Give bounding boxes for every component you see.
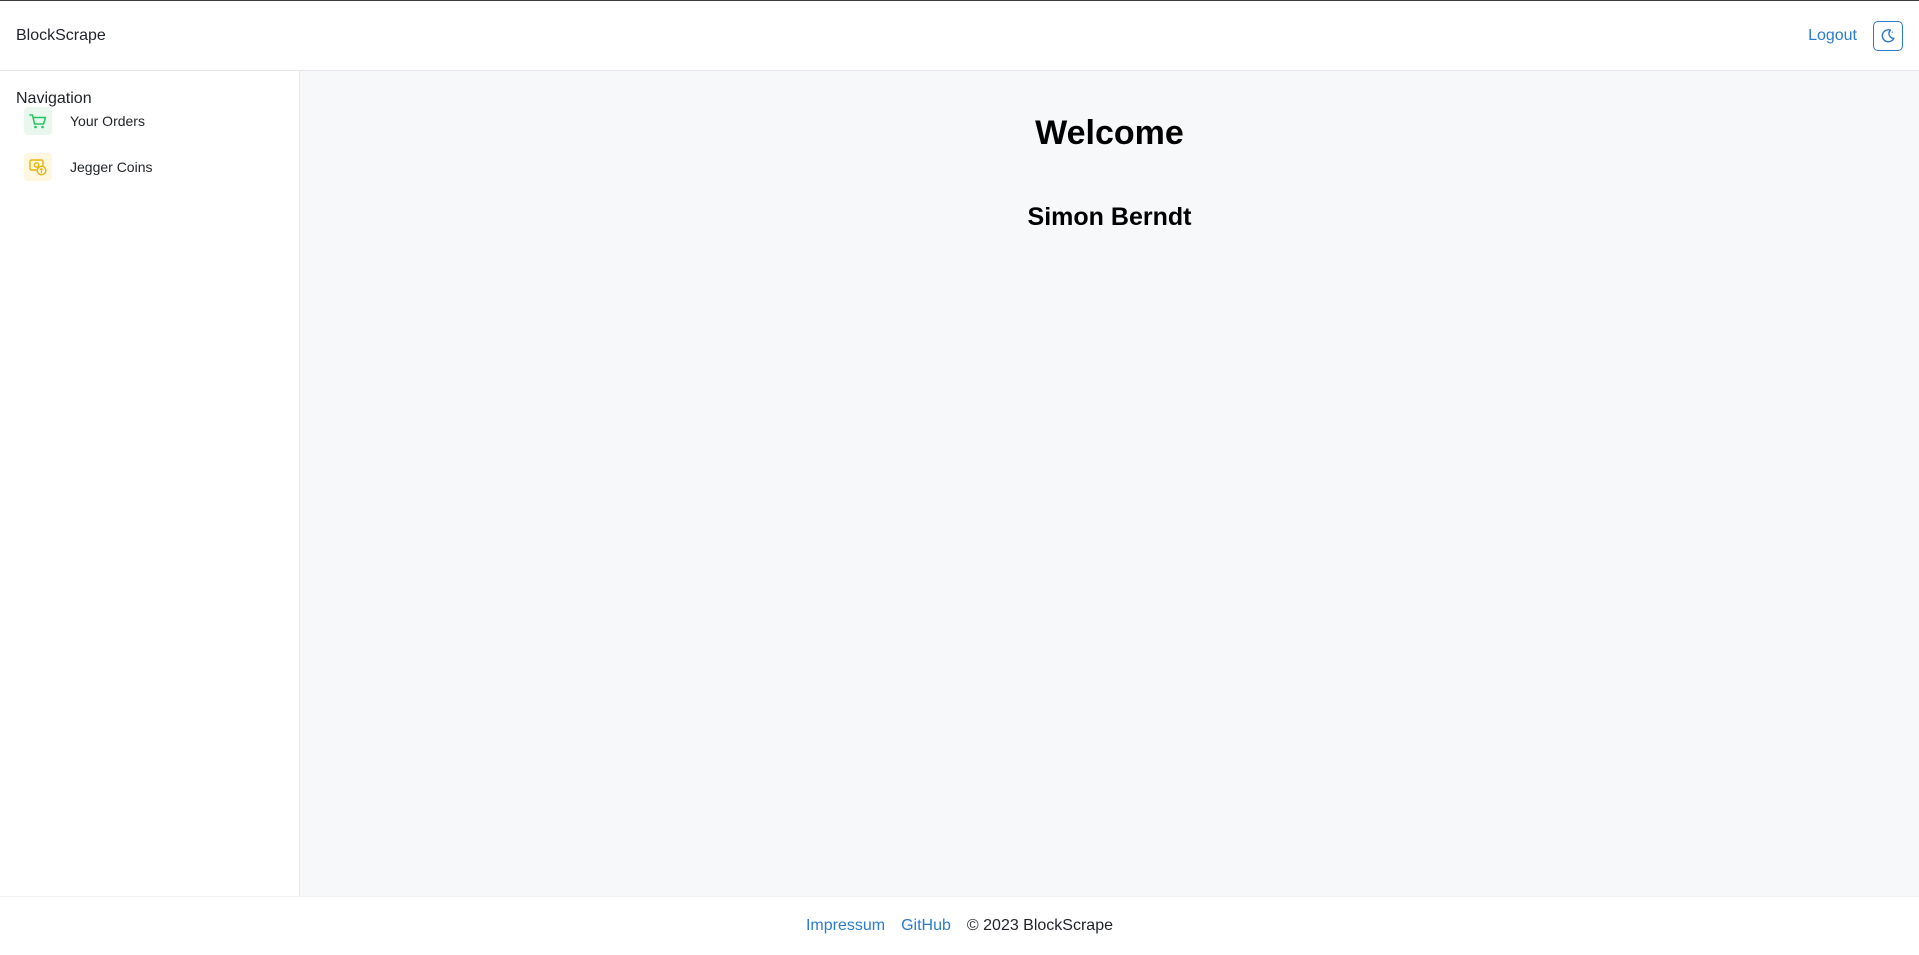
- top-header: BlockScrape Logout: [0, 1, 1919, 71]
- sidebar: Navigation Your Orders Jegger Coins: [0, 71, 300, 896]
- moon-icon: [1881, 28, 1895, 42]
- brand-title: BlockScrape: [16, 26, 106, 44]
- sidebar-item-jegger-coins[interactable]: Jegger Coins: [24, 151, 153, 183]
- user-name: Simon Berndt: [1027, 203, 1192, 231]
- sidebar-item-label: Your Orders: [70, 113, 145, 129]
- theme-toggle-button[interactable]: [1873, 20, 1903, 51]
- copyright-text: © 2023 BlockScrape: [966, 917, 1113, 934]
- page-title: Welcome: [1035, 114, 1184, 152]
- main-content: Welcome Simon Berndt: [300, 71, 1919, 896]
- logout-link[interactable]: Logout: [1808, 27, 1857, 45]
- sidebar-item-label: Jegger Coins: [70, 159, 153, 175]
- cart-icon: [24, 107, 52, 135]
- sidebar-item-your-orders[interactable]: Your Orders: [24, 105, 145, 137]
- impressum-link[interactable]: Impressum: [806, 917, 885, 935]
- github-link[interactable]: GitHub: [901, 917, 951, 935]
- footer: Impressum GitHub © 2023 BlockScrape: [0, 896, 1919, 955]
- coins-icon: [24, 153, 52, 181]
- header-actions: Logout: [1808, 20, 1903, 51]
